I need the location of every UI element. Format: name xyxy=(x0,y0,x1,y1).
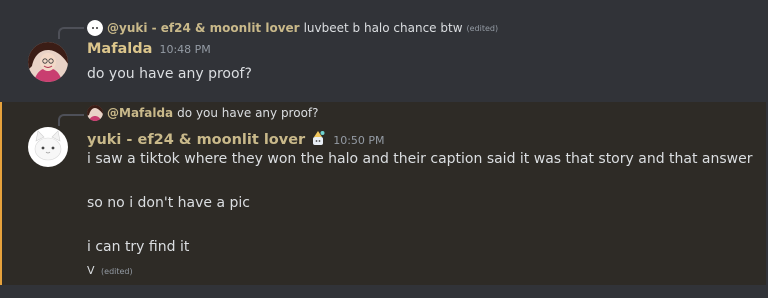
message-line: so no i don't have a pic xyxy=(87,195,250,211)
reply-edited-tag: (edited) xyxy=(466,23,499,33)
reply-text: do you have any proof? xyxy=(177,106,319,120)
message-yuki[interactable]: @Mafalda do you have any proof? yuki - e… xyxy=(0,102,766,285)
message-line: i can try find it xyxy=(87,239,190,255)
reply-preview[interactable]: @yuki - ef24 & moonlit lover luvbeet b h… xyxy=(87,20,498,36)
message-header: Mafalda 10:48 PM xyxy=(87,41,211,57)
message-line: i saw a tiktok where they won the halo a… xyxy=(87,151,753,167)
yuki-avatar[interactable] xyxy=(28,127,68,167)
yuki-avatar-icon xyxy=(28,127,68,167)
reply-connector xyxy=(58,114,84,126)
mafalda-mini-avatar-icon xyxy=(87,105,103,121)
role-badge-icon xyxy=(313,131,325,145)
timestamp[interactable]: 10:50 PM xyxy=(333,134,384,147)
reply-text: luvbeet b halo chance btw xyxy=(303,21,463,35)
extra-edited-tag: (edited) xyxy=(101,267,133,276)
reply-preview[interactable]: @Mafalda do you have any proof? xyxy=(87,105,319,121)
extra-line: V (edited) xyxy=(87,264,133,277)
timestamp[interactable]: 10:48 PM xyxy=(159,43,210,56)
author-name[interactable]: yuki - ef24 & moonlit lover xyxy=(87,132,305,148)
reply-connector xyxy=(58,27,84,39)
yuki-mini-avatar-icon xyxy=(87,20,103,36)
message-header: yuki - ef24 & moonlit lover 10:50 PM xyxy=(87,128,385,148)
mafalda-avatar-icon xyxy=(28,42,68,82)
reply-author[interactable]: @yuki - ef24 & moonlit lover xyxy=(107,21,300,35)
message-content: do you have any proof? xyxy=(87,66,252,82)
message-mafalda[interactable]: @yuki - ef24 & moonlit lover luvbeet b h… xyxy=(0,0,768,95)
extra-text: V xyxy=(87,264,95,277)
reply-author[interactable]: @Mafalda xyxy=(107,106,173,120)
author-name[interactable]: Mafalda xyxy=(87,41,152,57)
mafalda-avatar[interactable] xyxy=(28,42,68,82)
